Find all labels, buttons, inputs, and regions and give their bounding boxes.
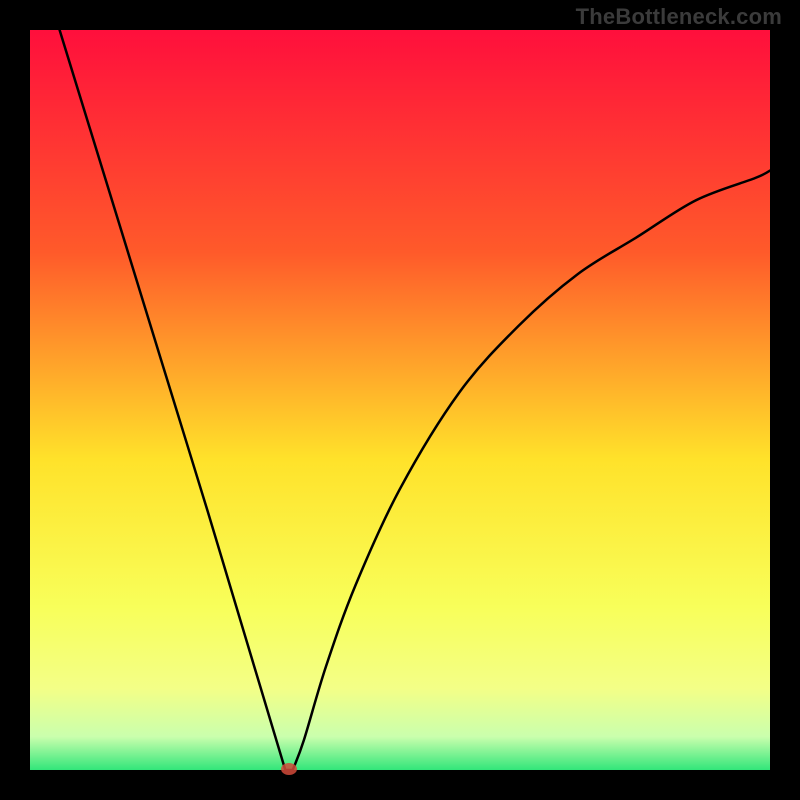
minimum-marker [281, 763, 297, 775]
chart-container: TheBottleneck.com [0, 0, 800, 800]
plot-background [30, 30, 770, 770]
chart-svg [0, 0, 800, 800]
watermark-text: TheBottleneck.com [576, 4, 782, 30]
